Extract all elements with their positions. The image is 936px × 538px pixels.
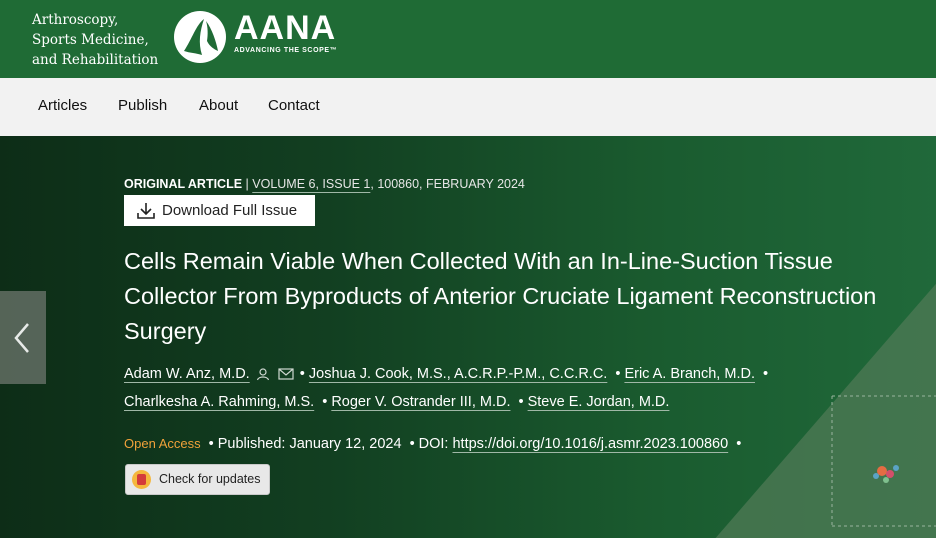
aana-logo-mark-icon: [184, 19, 218, 55]
person-icon[interactable]: [256, 368, 270, 381]
previous-article-button[interactable]: [0, 291, 46, 384]
author-link[interactable]: Eric A. Branch, M.D.: [624, 366, 755, 382]
author-link[interactable]: Joshua J. Cook, M.S., A.C.R.P.-P.M., C.C…: [309, 366, 607, 382]
check-for-updates-button[interactable]: Check for updates: [125, 464, 270, 495]
doi-label: DOI:: [418, 436, 453, 452]
doi-link[interactable]: https://doi.org/10.1016/j.asmr.2023.1008…: [452, 436, 728, 452]
author-separator: •: [615, 366, 621, 382]
author-separator: •: [518, 394, 524, 410]
published-date: Published: January 12, 2024: [217, 436, 402, 452]
pub-separator: •: [736, 436, 742, 452]
journal-name-line-2: Sports Medicine,: [32, 32, 149, 48]
author-separator: •: [299, 366, 305, 382]
nav-articles[interactable]: Articles: [38, 97, 87, 114]
email-icon[interactable]: [278, 368, 294, 380]
society-tagline: ADVANCING THE SCOPE™: [234, 47, 338, 54]
open-access-badge: Open Access: [124, 436, 201, 451]
pub-separator: •: [208, 436, 214, 452]
author-link[interactable]: Steve E. Jordan, M.D.: [528, 394, 670, 410]
nav-about[interactable]: About: [199, 97, 238, 114]
author-separator: •: [763, 366, 769, 382]
download-icon: [137, 203, 155, 219]
aana-logo-icon[interactable]: [174, 11, 226, 63]
article-type: ORIGINAL ARTICLE: [124, 177, 243, 191]
journal-name-line-1: Arthroscopy,: [32, 12, 119, 28]
chevron-left-icon: [14, 323, 29, 353]
nav-publish[interactable]: Publish: [118, 97, 167, 114]
author-link[interactable]: Roger V. Ostrander III, M.D.: [331, 394, 510, 410]
nav-contact[interactable]: Contact: [268, 97, 320, 114]
author-separator: •: [322, 394, 328, 410]
article-title: Cells Remain Viable When Collected With …: [124, 248, 877, 344]
journal-name-line-3: and Rehabilitation: [32, 52, 159, 68]
author-link[interactable]: Charlkesha A. Rahming, M.S.: [124, 394, 314, 410]
site-header: Arthroscopy, Sports Medicine, and Rehabi…: [0, 0, 936, 78]
citation-rest: , 100860, FEBRUARY 2024: [370, 177, 525, 191]
volume-issue-link[interactable]: VOLUME 6, ISSUE 1: [252, 177, 370, 191]
crossmark-icon: [132, 470, 151, 489]
meta-divider: |: [242, 177, 253, 191]
download-label: Download Full Issue: [162, 202, 298, 219]
main-nav: Articles Publish About Contact: [0, 78, 936, 136]
article-meta: ORIGINAL ARTICLE | VOLUME 6, ISSUE 1, 10…: [124, 177, 525, 191]
journal-name[interactable]: Arthroscopy, Sports Medicine, and Rehabi…: [32, 10, 158, 70]
download-full-issue-button[interactable]: Download Full Issue: [124, 195, 315, 226]
check-updates-label: Check for updates: [159, 472, 261, 486]
article-hero: ORIGINAL ARTICLE | VOLUME 6, ISSUE 1, 10…: [0, 136, 936, 538]
publication-info: Open Access • Published: January 12, 2024…: [124, 436, 745, 452]
pub-separator: •: [409, 436, 415, 452]
society-name[interactable]: AANA: [234, 9, 336, 47]
author-list: Adam W. Anz, M.D. • Joshua J. Cook, M.S.…: [124, 360, 864, 416]
author-link[interactable]: Adam W. Anz, M.D.: [124, 366, 250, 382]
